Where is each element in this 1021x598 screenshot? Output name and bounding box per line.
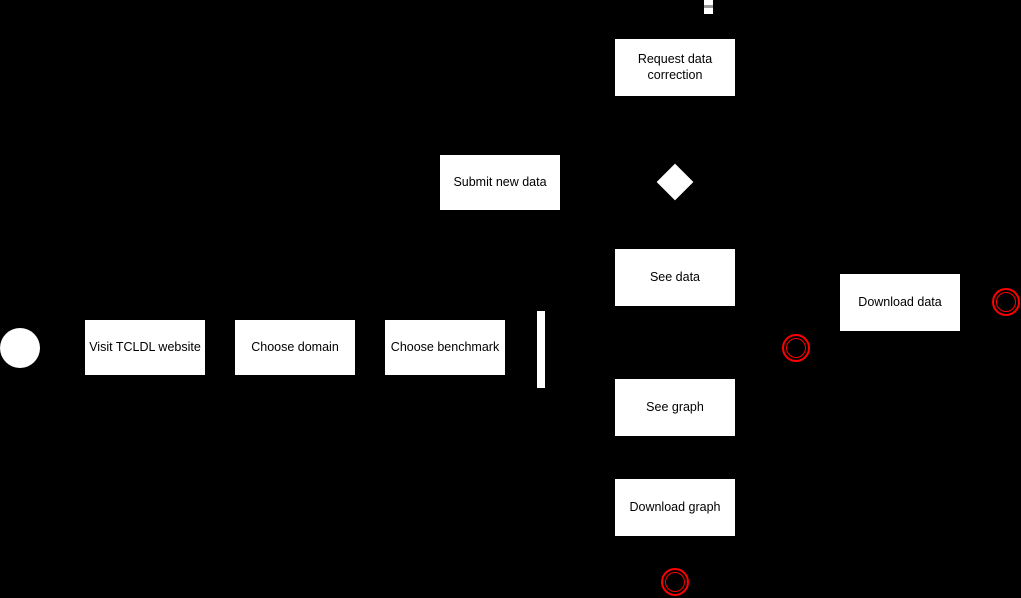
action-see-graph[interactable]: See graph [615,379,735,436]
final-node-center[interactable] [782,334,810,362]
action-see-data[interactable]: See data [615,249,735,306]
action-download-data[interactable]: Download data [840,274,960,331]
action-submit-new-data[interactable]: Submit new data [440,155,560,210]
action-download-graph[interactable]: Download graph [615,479,735,536]
final-node-right[interactable] [992,288,1020,316]
action-choose-benchmark[interactable]: Choose benchmark [385,320,505,375]
action-choose-domain[interactable]: Choose domain [235,320,355,375]
fork-bar[interactable] [537,311,545,388]
action-request-data-correction[interactable]: Request data correction [615,39,735,96]
final-node-bottom[interactable] [661,568,689,596]
initial-node[interactable] [0,328,40,368]
fragment-band [704,5,713,8]
decision-diamond[interactable] [656,163,694,201]
activity-diagram-canvas: Visit TCLDL website Choose domain Choose… [0,0,1021,598]
clipped-fragment-top-icon [704,0,713,14]
action-visit-tcldl-website[interactable]: Visit TCLDL website [85,320,205,375]
